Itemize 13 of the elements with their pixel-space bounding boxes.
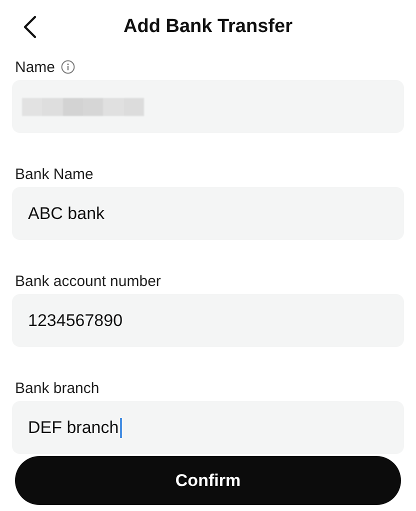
- back-icon: [23, 15, 37, 39]
- input-field[interactable]: 1234567890: [12, 294, 404, 347]
- blurred-value-icon: [22, 98, 144, 116]
- input-field[interactable]: ABC bank: [12, 187, 404, 240]
- field-label: Name: [15, 58, 56, 76]
- info-icon[interactable]: [61, 60, 76, 74]
- field-label: Bank branch: [15, 380, 100, 396]
- input-field[interactable]: [12, 80, 404, 133]
- confirm-button[interactable]: Confirm: [15, 456, 401, 505]
- field-label: Bank account number: [15, 272, 161, 290]
- page-title: Add Bank Transfer: [124, 16, 292, 38]
- input-field[interactable]: DEF branch: [12, 401, 404, 454]
- field-label: Bank Name: [15, 166, 94, 182]
